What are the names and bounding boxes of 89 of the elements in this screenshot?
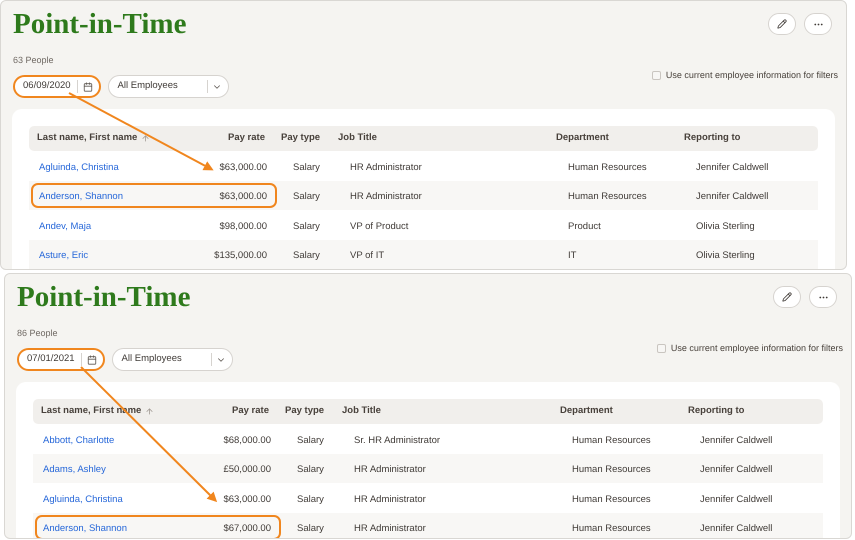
checkbox-label: Use current employee information for filters <box>670 342 843 355</box>
more-button[interactable] <box>809 286 837 308</box>
table-cell: Salary <box>297 494 324 505</box>
column-header[interactable]: Department <box>560 404 613 419</box>
employee-name-link[interactable]: Adams, Ashley <box>43 464 106 476</box>
employee-name-link[interactable]: Agluinda, Christina <box>39 162 119 173</box>
table-cell: Jennifer Caldwell <box>696 191 768 202</box>
people-count: 63 People <box>13 55 54 65</box>
column-header[interactable]: Pay rate <box>232 404 269 419</box>
table-cell: Salary <box>293 162 320 173</box>
column-header[interactable]: Pay type <box>285 404 324 419</box>
table-cell: $63,000.00 <box>219 162 267 173</box>
more-button[interactable] <box>804 13 832 35</box>
table-cell: HR Administrator <box>350 191 422 202</box>
table-row[interactable]: Asture, Eric $135,000.00 Salary VP of IT IT Olivia Sterling <box>29 240 818 269</box>
table-cell: Human Resources <box>572 434 651 446</box>
table-cell: Human Resources <box>568 191 647 202</box>
people-count: 86 People <box>17 328 58 338</box>
column-header[interactable]: Job Title <box>342 404 381 419</box>
table-cell: VP of IT <box>350 250 384 262</box>
table-cell: Jennifer Caldwell <box>700 434 772 446</box>
column-header[interactable]: Job Title <box>338 131 377 146</box>
column-header[interactable]: Reporting to <box>684 131 740 146</box>
table-cell: Human Resources <box>572 523 651 534</box>
table-cell: HR Administrator <box>354 464 426 476</box>
table-cell: Jennifer Caldwell <box>696 162 768 173</box>
table-cell: Salary <box>293 250 320 262</box>
column-header[interactable]: Pay rate <box>228 131 265 146</box>
table-cell: HR Administrator <box>354 523 426 534</box>
employee-name-link[interactable]: Asture, Eric <box>39 250 88 262</box>
date-field[interactable]: 06/09/2020 <box>13 75 101 98</box>
pencil-icon <box>777 19 787 29</box>
checkbox[interactable] <box>652 71 661 80</box>
table-cell: Salary <box>293 191 320 202</box>
table-cell: HR Administrator <box>350 162 422 173</box>
column-header[interactable]: Reporting to <box>688 404 744 419</box>
table-cell: Human Resources <box>572 464 651 476</box>
calendar-icon <box>82 82 93 92</box>
table-row[interactable]: Adams, Ashley £50,000.00 Salary HR Administrator Human Resources Jennifer Caldwell <box>33 454 823 483</box>
table-cell: £50,000.00 <box>223 464 271 476</box>
column-header[interactable]: Last name, First name <box>37 131 138 146</box>
pencil-icon <box>782 292 792 302</box>
table-cell: Product <box>568 220 601 232</box>
table-cell: Salary <box>297 523 324 534</box>
dropdown-value: All Employees <box>122 352 183 366</box>
table-row[interactable]: Anderson, Shannon $67,000.00 Salary HR Administrator Human Resources Jennifer Caldwell <box>33 512 823 538</box>
date-field[interactable]: 07/01/2021 <box>17 348 105 371</box>
table-cell: HR Administrator <box>354 494 426 505</box>
table-row[interactable]: Anderson, Shannon $63,000.00 Salary HR Administrator Human Resources Jennifer Caldwell <box>29 180 818 210</box>
employee-name-link[interactable]: Andev, Maja <box>39 220 92 232</box>
table-cell: Human Resources <box>572 494 651 505</box>
table-cell: IT <box>568 250 576 262</box>
table-cell: Jennifer Caldwell <box>700 464 772 476</box>
calendar-icon <box>86 354 97 364</box>
table-cell: Salary <box>297 434 324 446</box>
employee-name-link[interactable]: Anderson, Shannon <box>43 523 127 534</box>
table-cell: Jennifer Caldwell <box>700 494 772 505</box>
table-cell: Salary <box>293 220 320 232</box>
page-title: Point-in-Time <box>17 280 190 314</box>
employee-filter-dropdown[interactable]: All Employees <box>108 75 229 98</box>
table-cell: Sr. HR Administrator <box>354 434 440 446</box>
table-cell: Human Resources <box>568 162 647 173</box>
sort-arrow-icon <box>145 407 154 416</box>
checkbox-label: Use current employee information for filters <box>666 69 838 82</box>
date-value: 07/01/2021 <box>27 352 76 366</box>
table-cell: VP of Product <box>350 220 408 232</box>
table-cell: $63,000.00 <box>219 191 267 202</box>
table-cell: $63,000.00 <box>223 494 271 505</box>
sort-arrow-icon <box>141 134 150 143</box>
table-cell: $98,000.00 <box>219 220 267 232</box>
edit-button[interactable] <box>773 286 801 308</box>
table-cell: $67,000.00 <box>223 523 271 534</box>
column-header[interactable]: Pay type <box>281 131 320 146</box>
date-value: 06/09/2020 <box>23 79 72 94</box>
page-title: Point-in-Time <box>13 7 186 41</box>
employee-name-link[interactable]: Abbott, Charlotte <box>43 434 114 446</box>
employee-name-link[interactable]: Anderson, Shannon <box>39 191 123 202</box>
table-cell: Salary <box>297 464 324 476</box>
edit-button[interactable] <box>768 13 796 35</box>
checkbox[interactable] <box>656 344 666 354</box>
table-cell: Jennifer Caldwell <box>700 523 772 534</box>
employee-filter-dropdown[interactable]: All Employees <box>112 348 233 371</box>
employee-name-link[interactable]: Agluinda, Christina <box>43 494 123 505</box>
dropdown-value: All Employees <box>118 79 179 94</box>
column-header[interactable]: Department <box>556 131 609 146</box>
table-cell: $135,000.00 <box>214 250 267 262</box>
table-cell: $68,000.00 <box>223 434 271 446</box>
table-cell: Olivia Sterling <box>696 250 755 262</box>
table-cell: Olivia Sterling <box>696 220 755 232</box>
